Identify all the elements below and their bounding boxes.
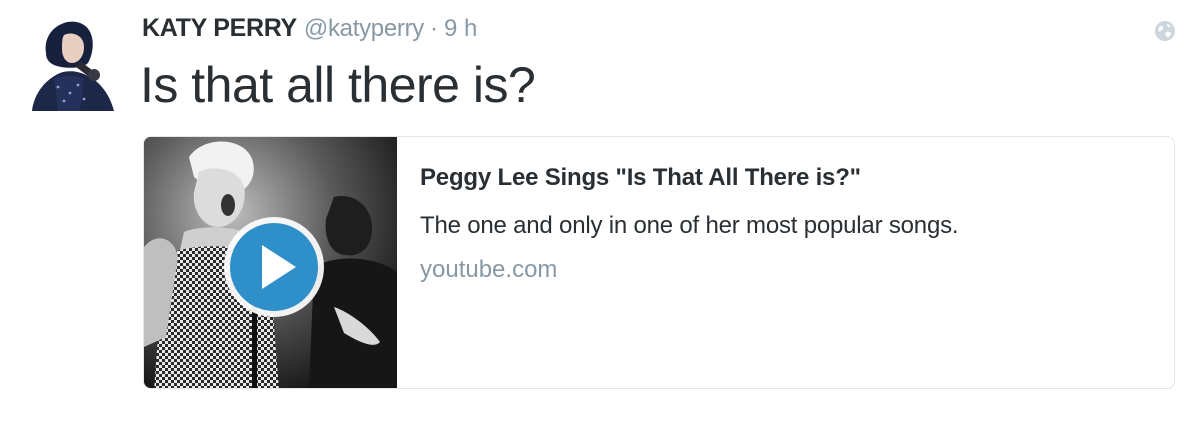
card-domain[interactable]: youtube.com: [420, 255, 1154, 285]
card-title[interactable]: Peggy Lee Sings "Is That All There is?": [420, 163, 1154, 193]
author-name[interactable]: KATY PERRY: [142, 14, 297, 43]
avatar-image: [24, 13, 122, 111]
link-card[interactable]: Peggy Lee Sings "Is That All There is?" …: [143, 136, 1175, 389]
card-description: The one and only in one of her most popu…: [420, 212, 959, 239]
tweet: KATY PERRY @katyperry · 9 h Is that all …: [0, 0, 1200, 424]
avatar[interactable]: [24, 13, 122, 111]
tweet-header: KATY PERRY @katyperry · 9 h: [142, 14, 477, 46]
globe-icon: [1154, 20, 1176, 42]
tweet-text: Is that all there is?: [140, 57, 536, 113]
play-button[interactable]: [222, 215, 326, 319]
card-content: Peggy Lee Sings "Is That All There is?" …: [420, 163, 1154, 285]
separator-dot: ·: [429, 15, 438, 42]
play-icon: [224, 217, 324, 317]
video-thumbnail[interactable]: [144, 137, 397, 388]
author-handle[interactable]: @katyperry: [304, 15, 424, 43]
tweet-timestamp[interactable]: 9 h: [444, 15, 477, 43]
